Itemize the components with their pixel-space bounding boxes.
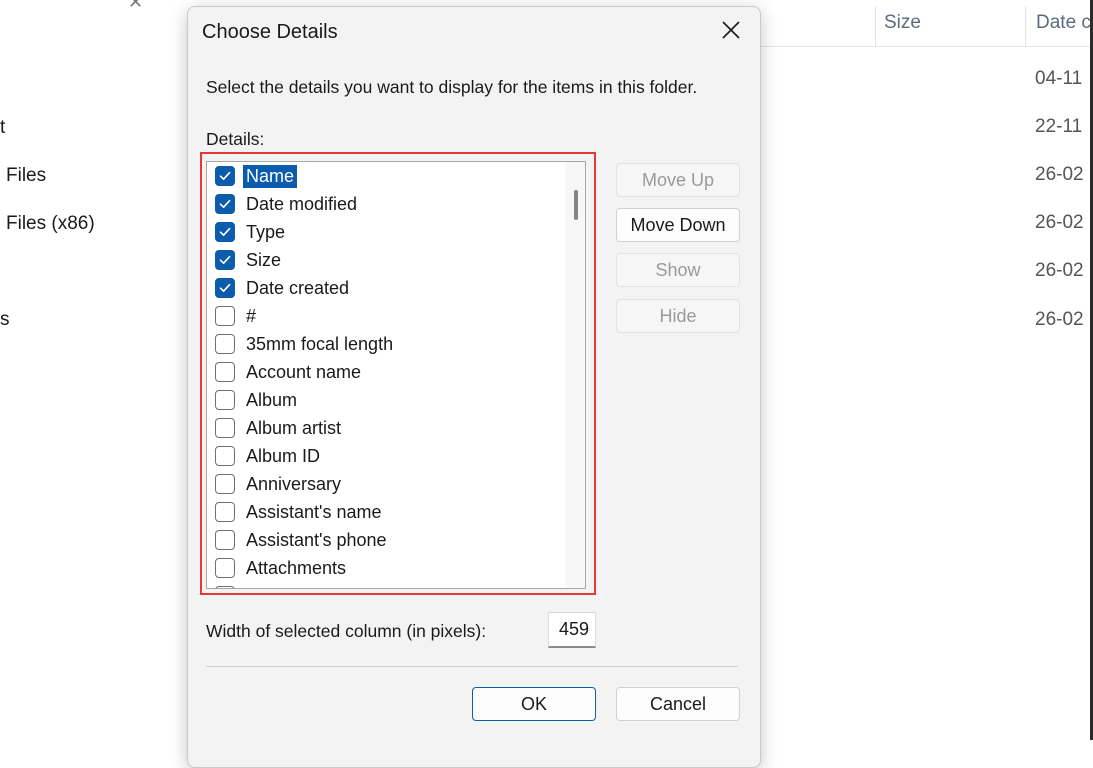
date-cell: 04-11: [1035, 68, 1083, 89]
nav-item[interactable]: Files: [6, 165, 46, 187]
checkbox-unchecked[interactable]: [215, 474, 235, 494]
list-item-partial[interactable]: [207, 582, 565, 588]
checkmark-icon: [219, 227, 231, 236]
list-item[interactable]: Anniversary: [207, 470, 565, 498]
checkbox-checked[interactable]: [215, 166, 235, 186]
list-item-label: Anniversary: [246, 473, 342, 494]
checkbox-unchecked[interactable]: [215, 502, 235, 522]
list-item-label: Date created: [246, 277, 350, 298]
checkmark-icon: [219, 199, 231, 208]
nav-item[interactable]: t: [0, 117, 5, 139]
list-item[interactable]: Album ID: [207, 442, 565, 470]
list-item-label: Album artist: [246, 417, 342, 438]
list-item[interactable]: Assistant's name: [207, 498, 565, 526]
details-list[interactable]: Name Date modified Type Size Date created #35…: [206, 161, 586, 589]
column-header-date[interactable]: Date c: [1036, 12, 1091, 34]
list-item[interactable]: Date modified: [207, 190, 565, 218]
checkbox-checked[interactable]: [215, 250, 235, 270]
column-separator[interactable]: [1025, 6, 1026, 46]
dialog-description: Select the details you want to display f…: [206, 77, 698, 97]
show-button[interactable]: Show: [616, 253, 740, 287]
hide-button[interactable]: Hide: [616, 299, 740, 333]
list-item[interactable]: Size: [207, 246, 565, 274]
checkbox-checked[interactable]: [215, 278, 235, 298]
date-cell: 26-02: [1035, 212, 1084, 233]
details-list-items: Name Date modified Type Size Date created #35…: [207, 162, 565, 588]
checkbox-unchecked[interactable]: [215, 418, 235, 438]
list-item[interactable]: Album artist: [207, 414, 565, 442]
checkbox-unchecked[interactable]: [215, 390, 235, 410]
checkbox-unchecked[interactable]: [215, 586, 235, 588]
list-item-label: Album: [246, 389, 298, 410]
list-item-label: Attachments: [246, 557, 347, 578]
checkmark-icon: [219, 171, 231, 180]
list-item[interactable]: Attachments: [207, 554, 565, 582]
date-cell: 26-02: [1035, 260, 1084, 281]
list-item[interactable]: Album: [207, 386, 565, 414]
checkbox-checked[interactable]: [215, 222, 235, 242]
list-item-label: Date modified: [246, 193, 358, 214]
date-cell: 22-11: [1035, 116, 1083, 137]
list-item-label: Type: [246, 221, 286, 242]
date-cell: 26-02: [1035, 309, 1084, 330]
date-cell: 26-02: [1035, 164, 1084, 185]
choose-details-dialog: Choose Details Select the details you wa…: [187, 6, 761, 768]
close-icon[interactable]: ✕: [128, 0, 143, 13]
move-down-button[interactable]: Move Down: [616, 208, 740, 242]
checkbox-unchecked[interactable]: [215, 446, 235, 466]
close-icon[interactable]: [718, 19, 744, 45]
checkbox-unchecked[interactable]: [215, 558, 235, 578]
list-item[interactable]: Name: [207, 162, 565, 190]
list-item[interactable]: #: [207, 302, 565, 330]
list-item-label: 35mm focal length: [246, 333, 394, 354]
list-item-label: Assistant's name: [246, 501, 382, 522]
nav-item[interactable]: Files (x86): [6, 213, 95, 235]
details-label: Details:: [206, 129, 265, 149]
list-item[interactable]: Assistant's phone: [207, 526, 565, 554]
list-item[interactable]: Date created: [207, 274, 565, 302]
list-item[interactable]: Account name: [207, 358, 565, 386]
ok-button[interactable]: OK: [472, 687, 596, 721]
list-scrollbar[interactable]: [565, 162, 585, 588]
move-up-button[interactable]: Move Up: [616, 163, 740, 197]
checkbox-unchecked[interactable]: [215, 362, 235, 382]
list-item-label: #: [246, 305, 257, 326]
list-item[interactable]: Type: [207, 218, 565, 246]
dialog-title: Choose Details: [202, 21, 338, 43]
nav-item[interactable]: s: [0, 309, 10, 331]
column-separator[interactable]: [875, 6, 876, 46]
checkmark-icon: [219, 255, 231, 264]
list-item[interactable]: 35mm focal length: [207, 330, 565, 358]
list-item-label: Size: [246, 249, 282, 270]
column-width-label: Width of selected column (in pixels):: [206, 621, 487, 641]
column-width-input[interactable]: 459: [548, 612, 596, 648]
checkbox-unchecked[interactable]: [215, 530, 235, 550]
checkbox-unchecked[interactable]: [215, 306, 235, 326]
list-item-label: Assistant's phone: [246, 529, 387, 550]
checkbox-unchecked[interactable]: [215, 334, 235, 354]
checkbox-checked[interactable]: [215, 194, 235, 214]
list-item-label: Album ID: [246, 445, 321, 466]
checkmark-icon: [219, 283, 231, 292]
dialog-separator: [206, 666, 738, 667]
scrollbar-thumb[interactable]: [574, 190, 578, 220]
cancel-button[interactable]: Cancel: [616, 687, 740, 721]
close-x-glyph: [722, 21, 740, 39]
column-header-size[interactable]: Size: [884, 12, 921, 34]
list-item-label: Account name: [246, 361, 362, 382]
list-item-label: Name: [243, 164, 298, 188]
